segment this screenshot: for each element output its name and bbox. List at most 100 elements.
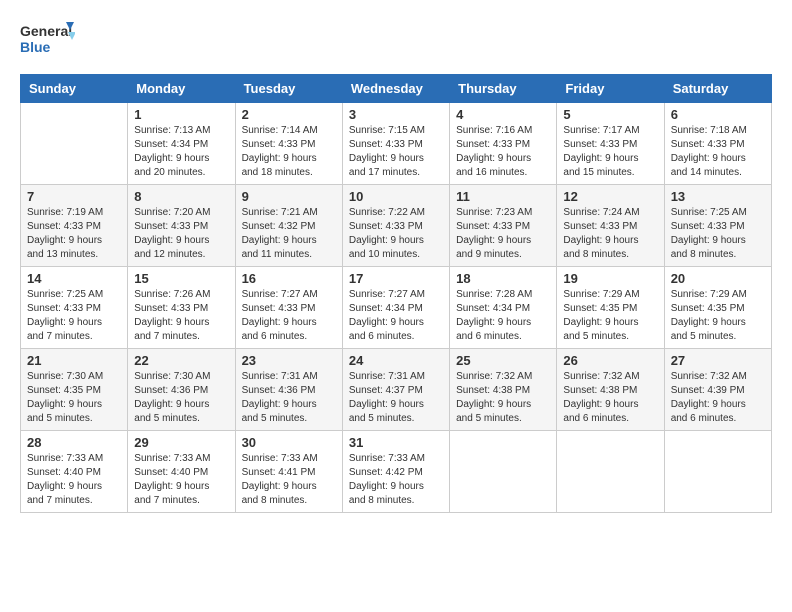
- calendar-day-cell: 6 Sunrise: 7:18 AM Sunset: 4:33 PM Daylig…: [664, 103, 771, 185]
- calendar-table: SundayMondayTuesdayWednesdayThursdayFrid…: [20, 74, 772, 513]
- day-number: 16: [242, 271, 336, 286]
- calendar-day-cell: 3Sunrise: 7:15 AM Sunset: 4:33 PM Daylig…: [342, 103, 449, 185]
- calendar-day-cell: 10Sunrise: 7:22 AM Sunset: 4:33 PM Dayli…: [342, 185, 449, 267]
- logo: General Blue: [20, 20, 75, 58]
- day-info: Sunrise: 7:16 AM Sunset: 4:33 PM Dayligh…: [456, 124, 550, 180]
- svg-text:Blue: Blue: [20, 39, 51, 55]
- calendar-day-cell: [21, 103, 128, 185]
- day-info: Sunrise: 7:31 AM Sunset: 4:37 PM Dayligh…: [349, 370, 443, 426]
- calendar-week-row: 21 Sunrise: 7:30 AM Sunset: 4:35 PM Dayli…: [21, 349, 772, 431]
- day-info: Sunrise: 7:25 AM Sunset: 4:33 PM Dayligh…: [671, 206, 765, 262]
- calendar-day-header: Monday: [128, 75, 235, 103]
- day-number: 9: [242, 189, 336, 204]
- day-number: 7: [27, 189, 121, 204]
- day-info: Sunrise: 7:23 AM Sunset: 4:33 PM Dayligh…: [456, 206, 550, 262]
- day-number: 30: [242, 435, 336, 450]
- day-info: Sunrise: 7:21 AM Sunset: 4:32 PM Dayligh…: [242, 206, 336, 262]
- calendar-day-cell: 19Sunrise: 7:29 AM Sunset: 4:35 PM Dayli…: [557, 267, 664, 349]
- logo-svg: General Blue: [20, 20, 75, 58]
- day-number: 15: [134, 271, 228, 286]
- calendar-week-row: 14Sunrise: 7:25 AM Sunset: 4:33 PM Dayli…: [21, 267, 772, 349]
- calendar-day-cell: 24 Sunrise: 7:31 AM Sunset: 4:37 PM Dayli…: [342, 349, 449, 431]
- calendar-header-row: SundayMondayTuesdayWednesdayThursdayFrid…: [21, 75, 772, 103]
- day-info: Sunrise: 7:19 AM Sunset: 4:33 PM Dayligh…: [27, 206, 121, 262]
- day-info: Sunrise: 7:13 AM Sunset: 4:34 PM Dayligh…: [134, 124, 228, 180]
- calendar-day-cell: 20 Sunrise: 7:29 AM Sunset: 4:35 PM Dayli…: [664, 267, 771, 349]
- day-number: 21: [27, 353, 121, 368]
- day-info: Sunrise: 7:15 AM Sunset: 4:33 PM Dayligh…: [349, 124, 443, 180]
- calendar-day-cell: 16 Sunrise: 7:27 AM Sunset: 4:33 PM Dayli…: [235, 267, 342, 349]
- day-info: Sunrise: 7:29 AM Sunset: 4:35 PM Dayligh…: [671, 288, 765, 344]
- calendar-day-cell: 26 Sunrise: 7:32 AM Sunset: 4:38 PM Dayli…: [557, 349, 664, 431]
- calendar-day-cell: 4 Sunrise: 7:16 AM Sunset: 4:33 PM Daylig…: [450, 103, 557, 185]
- page-header: General Blue: [20, 20, 772, 58]
- day-info: Sunrise: 7:28 AM Sunset: 4:34 PM Dayligh…: [456, 288, 550, 344]
- day-number: 19: [563, 271, 657, 286]
- day-info: Sunrise: 7:18 AM Sunset: 4:33 PM Dayligh…: [671, 124, 765, 180]
- day-info: Sunrise: 7:32 AM Sunset: 4:38 PM Dayligh…: [563, 370, 657, 426]
- day-number: 13: [671, 189, 765, 204]
- calendar-day-cell: 21 Sunrise: 7:30 AM Sunset: 4:35 PM Dayli…: [21, 349, 128, 431]
- calendar-day-cell: 27Sunrise: 7:32 AM Sunset: 4:39 PM Dayli…: [664, 349, 771, 431]
- day-info: Sunrise: 7:30 AM Sunset: 4:35 PM Dayligh…: [27, 370, 121, 426]
- day-number: 29: [134, 435, 228, 450]
- day-info: Sunrise: 7:30 AM Sunset: 4:36 PM Dayligh…: [134, 370, 228, 426]
- calendar-day-cell: [557, 431, 664, 513]
- day-number: 18: [456, 271, 550, 286]
- day-info: Sunrise: 7:32 AM Sunset: 4:39 PM Dayligh…: [671, 370, 765, 426]
- calendar-day-cell: 25 Sunrise: 7:32 AM Sunset: 4:38 PM Dayli…: [450, 349, 557, 431]
- calendar-day-cell: 15 Sunrise: 7:26 AM Sunset: 4:33 PM Dayli…: [128, 267, 235, 349]
- calendar-day-header: Tuesday: [235, 75, 342, 103]
- calendar-day-cell: [450, 431, 557, 513]
- day-number: 24: [349, 353, 443, 368]
- day-number: 4: [456, 107, 550, 122]
- day-info: Sunrise: 7:33 AM Sunset: 4:40 PM Dayligh…: [27, 452, 121, 508]
- day-number: 6: [671, 107, 765, 122]
- day-number: 26: [563, 353, 657, 368]
- day-info: Sunrise: 7:27 AM Sunset: 4:33 PM Dayligh…: [242, 288, 336, 344]
- day-info: Sunrise: 7:27 AM Sunset: 4:34 PM Dayligh…: [349, 288, 443, 344]
- calendar-day-cell: [664, 431, 771, 513]
- day-number: 5: [563, 107, 657, 122]
- calendar-day-cell: 8Sunrise: 7:20 AM Sunset: 4:33 PM Daylig…: [128, 185, 235, 267]
- calendar-day-cell: 28 Sunrise: 7:33 AM Sunset: 4:40 PM Dayli…: [21, 431, 128, 513]
- calendar-day-cell: 30 Sunrise: 7:33 AM Sunset: 4:41 PM Dayli…: [235, 431, 342, 513]
- calendar-day-cell: 22 Sunrise: 7:30 AM Sunset: 4:36 PM Dayli…: [128, 349, 235, 431]
- calendar-day-header: Wednesday: [342, 75, 449, 103]
- calendar-day-cell: 18 Sunrise: 7:28 AM Sunset: 4:34 PM Dayli…: [450, 267, 557, 349]
- calendar-day-header: Saturday: [664, 75, 771, 103]
- calendar-day-cell: 7 Sunrise: 7:19 AM Sunset: 4:33 PM Daylig…: [21, 185, 128, 267]
- calendar-week-row: 7 Sunrise: 7:19 AM Sunset: 4:33 PM Daylig…: [21, 185, 772, 267]
- calendar-week-row: 28 Sunrise: 7:33 AM Sunset: 4:40 PM Dayli…: [21, 431, 772, 513]
- day-number: 10: [349, 189, 443, 204]
- day-number: 22: [134, 353, 228, 368]
- calendar-day-cell: 11Sunrise: 7:23 AM Sunset: 4:33 PM Dayli…: [450, 185, 557, 267]
- day-number: 23: [242, 353, 336, 368]
- day-number: 1: [134, 107, 228, 122]
- calendar-day-cell: 13 Sunrise: 7:25 AM Sunset: 4:33 PM Dayli…: [664, 185, 771, 267]
- calendar-week-row: 1 Sunrise: 7:13 AM Sunset: 4:34 PM Daylig…: [21, 103, 772, 185]
- day-number: 12: [563, 189, 657, 204]
- day-info: Sunrise: 7:33 AM Sunset: 4:41 PM Dayligh…: [242, 452, 336, 508]
- day-info: Sunrise: 7:32 AM Sunset: 4:38 PM Dayligh…: [456, 370, 550, 426]
- day-info: Sunrise: 7:17 AM Sunset: 4:33 PM Dayligh…: [563, 124, 657, 180]
- day-info: Sunrise: 7:14 AM Sunset: 4:33 PM Dayligh…: [242, 124, 336, 180]
- day-info: Sunrise: 7:33 AM Sunset: 4:42 PM Dayligh…: [349, 452, 443, 508]
- day-number: 28: [27, 435, 121, 450]
- day-info: Sunrise: 7:20 AM Sunset: 4:33 PM Dayligh…: [134, 206, 228, 262]
- calendar-day-cell: 29Sunrise: 7:33 AM Sunset: 4:40 PM Dayli…: [128, 431, 235, 513]
- day-info: Sunrise: 7:26 AM Sunset: 4:33 PM Dayligh…: [134, 288, 228, 344]
- day-number: 14: [27, 271, 121, 286]
- calendar-day-cell: 9 Sunrise: 7:21 AM Sunset: 4:32 PM Daylig…: [235, 185, 342, 267]
- calendar-day-cell: 5 Sunrise: 7:17 AM Sunset: 4:33 PM Daylig…: [557, 103, 664, 185]
- calendar-day-cell: 14Sunrise: 7:25 AM Sunset: 4:33 PM Dayli…: [21, 267, 128, 349]
- calendar-day-header: Thursday: [450, 75, 557, 103]
- calendar-day-cell: 12 Sunrise: 7:24 AM Sunset: 4:33 PM Dayli…: [557, 185, 664, 267]
- day-number: 20: [671, 271, 765, 286]
- day-info: Sunrise: 7:24 AM Sunset: 4:33 PM Dayligh…: [563, 206, 657, 262]
- day-number: 2: [242, 107, 336, 122]
- calendar-day-cell: 31Sunrise: 7:33 AM Sunset: 4:42 PM Dayli…: [342, 431, 449, 513]
- calendar-day-header: Sunday: [21, 75, 128, 103]
- calendar-day-cell: 23Sunrise: 7:31 AM Sunset: 4:36 PM Dayli…: [235, 349, 342, 431]
- day-number: 25: [456, 353, 550, 368]
